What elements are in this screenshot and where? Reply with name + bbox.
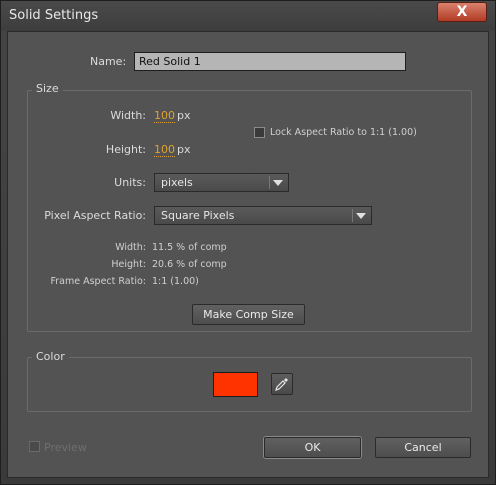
color-group-title: Color: [32, 350, 69, 363]
preview-checkbox[interactable]: [29, 441, 40, 452]
size-group-title: Size: [32, 82, 63, 95]
name-input[interactable]: [134, 52, 406, 71]
solid-settings-dialog: Solid Settings X Name: Size Width: 100 p…: [0, 0, 496, 485]
chevron-down-icon: [356, 213, 366, 219]
width-label: Width:: [110, 109, 146, 122]
info-width-label: Width:: [115, 242, 146, 253]
name-label: Name:: [90, 55, 127, 68]
color-swatch[interactable]: [213, 372, 258, 397]
preview-label: Preview: [44, 441, 87, 454]
eyedropper-button[interactable]: [271, 373, 293, 395]
make-comp-size-button[interactable]: Make Comp Size: [192, 304, 305, 325]
chevron-down-icon: [273, 180, 283, 186]
cancel-button[interactable]: Cancel: [375, 437, 471, 458]
height-label: Height:: [105, 143, 146, 156]
pixel-aspect-label: Pixel Aspect Ratio:: [44, 209, 146, 222]
dropdown-separator: [352, 209, 353, 222]
frame-aspect-label: Frame Aspect Ratio:: [50, 276, 146, 287]
height-unit: px: [177, 143, 191, 156]
dialog-panel: Name: Size Width: 100 px Lock Aspect Rat…: [7, 31, 489, 478]
units-dropdown-value: pixels: [161, 176, 193, 189]
units-label: Units:: [114, 176, 146, 189]
window-title: Solid Settings: [9, 8, 99, 23]
height-value[interactable]: 100: [154, 144, 175, 157]
width-unit: px: [177, 109, 191, 122]
units-dropdown[interactable]: pixels: [154, 173, 289, 192]
close-button[interactable]: X: [437, 2, 487, 22]
title-bar[interactable]: Solid Settings X: [1, 1, 495, 31]
pixel-aspect-dropdown-value: Square Pixels: [161, 209, 235, 222]
lock-aspect-label: Lock Aspect Ratio to 1:1 (1.00): [270, 127, 417, 138]
pixel-aspect-dropdown[interactable]: Square Pixels: [154, 206, 372, 225]
info-height-value: 20.6 % of comp: [152, 259, 227, 270]
lock-aspect-checkbox[interactable]: [254, 127, 265, 138]
info-width-value: 11.5 % of comp: [152, 242, 227, 253]
info-height-label: Height:: [111, 259, 146, 270]
dropdown-separator: [269, 176, 270, 189]
eyedropper-icon: [275, 378, 288, 391]
width-value[interactable]: 100: [154, 110, 175, 123]
ok-button[interactable]: OK: [264, 437, 361, 458]
frame-aspect-value: 1:1 (1.00): [152, 276, 199, 287]
